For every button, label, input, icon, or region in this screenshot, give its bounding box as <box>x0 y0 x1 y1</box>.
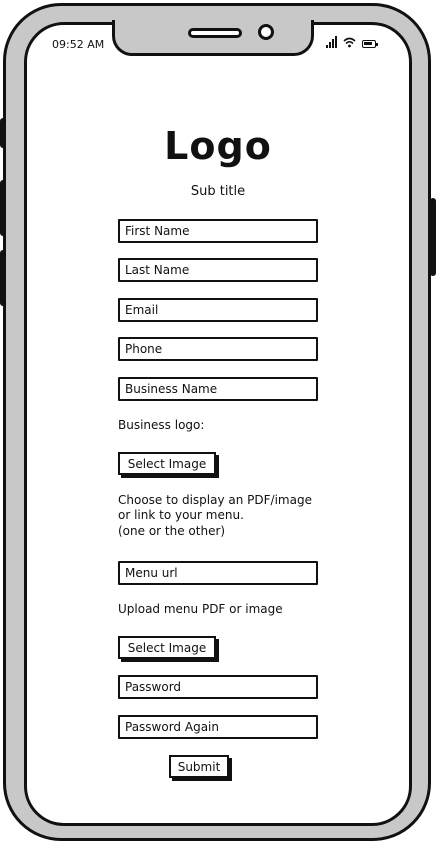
phone-notch <box>112 20 314 56</box>
business-logo-label: Business logo: <box>118 418 205 432</box>
wifi-icon <box>343 37 356 48</box>
menu-instructions-line-1: Choose to display an PDF/image <box>118 493 312 507</box>
password-input[interactable] <box>118 675 318 699</box>
battery-icon <box>362 40 378 48</box>
last-name-input[interactable] <box>118 258 318 282</box>
menu-instructions-line-2: or link to your menu. <box>118 508 244 522</box>
speaker-icon <box>188 28 242 38</box>
password-again-input[interactable] <box>118 715 318 739</box>
email-input[interactable] <box>118 298 318 322</box>
page-subtitle: Sub title <box>190 184 246 199</box>
first-name-input[interactable] <box>118 219 318 243</box>
phone-input[interactable] <box>118 337 318 361</box>
select-menu-image-button[interactable]: Select Image <box>118 636 216 659</box>
camera-icon <box>258 24 274 40</box>
upload-menu-label: Upload menu PDF or image <box>118 602 283 616</box>
signal-icon <box>326 36 337 48</box>
status-icons <box>326 36 378 48</box>
side-button-volume-down <box>0 250 6 306</box>
menu-instructions-line-3: (one or the other) <box>118 524 226 538</box>
side-button-power <box>430 198 436 276</box>
business-name-input[interactable] <box>118 377 318 401</box>
menu-url-input[interactable] <box>118 561 318 585</box>
submit-button[interactable]: Submit <box>169 755 229 778</box>
status-time: 09:52 AM <box>52 38 105 51</box>
app-logo: Logo <box>164 124 272 168</box>
select-logo-image-button[interactable]: Select Image <box>118 452 216 475</box>
